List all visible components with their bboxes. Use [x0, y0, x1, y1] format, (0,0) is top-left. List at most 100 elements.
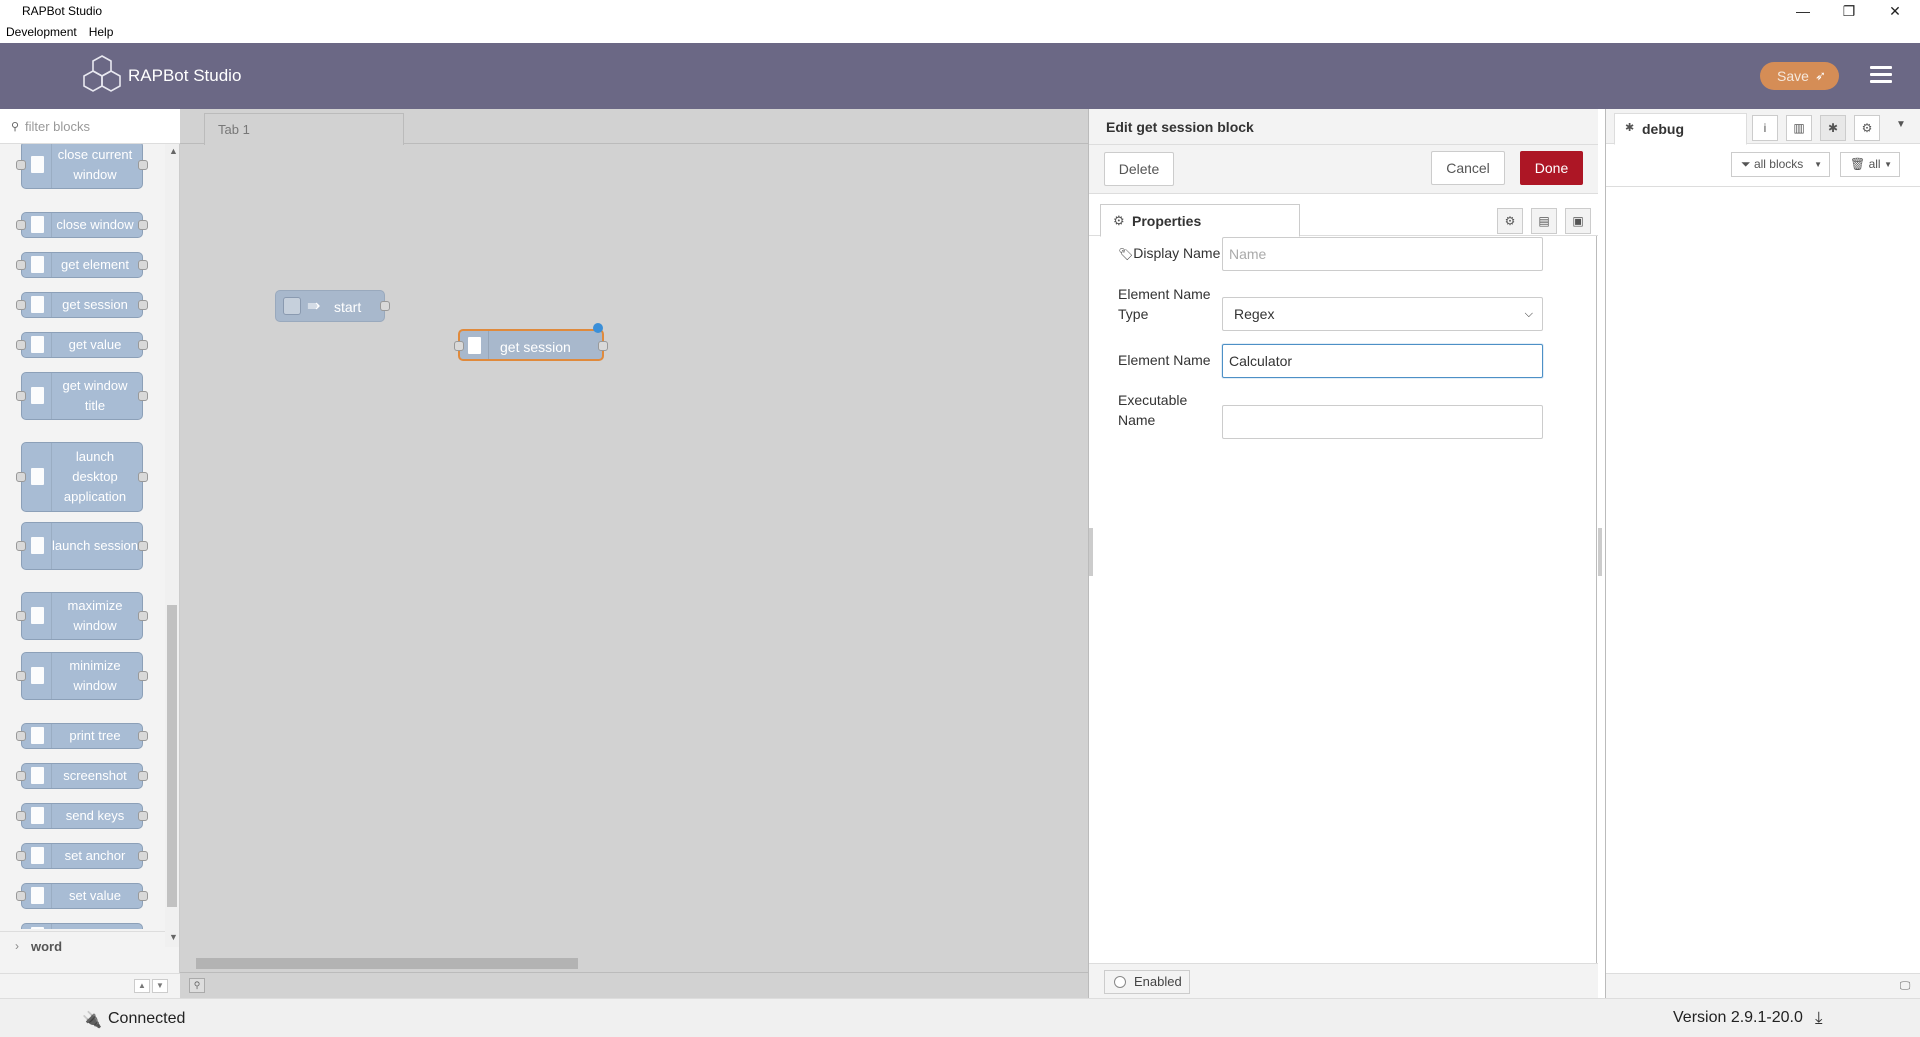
- config-gear-icon[interactable]: ⚙: [1854, 115, 1880, 141]
- palette-node[interactable]: send keys: [16, 803, 148, 829]
- sidebar-tabs: ✱ debug i ▥ ✱ ⚙ ▼: [1606, 109, 1920, 145]
- caret-down-icon: ▼: [1814, 160, 1822, 169]
- input-port: [16, 472, 26, 482]
- tab-debug[interactable]: ✱ debug: [1614, 113, 1747, 145]
- palette-node[interactable]: get session: [16, 292, 148, 318]
- search-icon[interactable]: ⚲: [189, 978, 205, 993]
- palette-node[interactable]: minimize window: [16, 652, 148, 700]
- palette-scroll-thumb[interactable]: [167, 605, 177, 907]
- tab-properties-label: Properties: [1132, 213, 1202, 229]
- version-label: Version 2.9.1-20.0: [1673, 1009, 1803, 1026]
- enabled-label: Enabled: [1134, 974, 1182, 989]
- filter-dropdown[interactable]: ⏷ all blocks ▼: [1731, 152, 1830, 177]
- input-port: [16, 811, 26, 821]
- download-icon[interactable]: ⤓: [1815, 1008, 1823, 1028]
- scroll-up-icon[interactable]: ▲: [169, 146, 178, 156]
- palette-node-label: get value: [68, 337, 122, 352]
- appearance-icon[interactable]: ▣: [1565, 208, 1591, 234]
- close-icon[interactable]: ✕: [1872, 0, 1918, 22]
- filter-icon: ⏷: [1741, 157, 1751, 171]
- palette-node[interactable]: screenshot: [16, 763, 148, 789]
- trash-icon: 🗑: [1850, 157, 1866, 171]
- element-name-input[interactable]: [1222, 344, 1543, 378]
- palette-node-label: set value: [68, 888, 122, 903]
- book-icon[interactable]: ▥: [1786, 115, 1812, 141]
- tab-properties[interactable]: ⚙ Properties: [1100, 204, 1300, 237]
- done-button[interactable]: Done: [1520, 151, 1583, 185]
- palette-scrollbar[interactable]: ▲ ▼: [165, 144, 179, 947]
- save-button[interactable]: Save ➶: [1760, 62, 1839, 90]
- tray-title: Edit get session block: [1106, 119, 1254, 135]
- palette-node[interactable]: get window title: [16, 372, 148, 420]
- enabled-toggle[interactable]: Enabled: [1104, 970, 1190, 994]
- settings-gear-icon[interactable]: ⚙: [1497, 208, 1523, 234]
- palette-category-word[interactable]: › word: [0, 931, 165, 959]
- inject-button[interactable]: [283, 297, 301, 315]
- palette-node[interactable]: set anchor: [16, 843, 148, 869]
- document-icon: [22, 333, 52, 357]
- restore-icon[interactable]: ❐: [1826, 0, 1872, 22]
- changed-indicator-icon: [593, 323, 603, 333]
- delete-button[interactable]: Delete: [1104, 152, 1174, 186]
- sidebar-resize-handle[interactable]: [1598, 528, 1602, 576]
- palette-category-label: word: [31, 939, 63, 954]
- input-port: [16, 541, 26, 551]
- tray-toolbar: Delete Cancel Done: [1089, 145, 1598, 194]
- palette-node-label: print tree: [69, 728, 121, 743]
- menu-development[interactable]: Development: [0, 22, 83, 39]
- output-port[interactable]: [598, 341, 608, 351]
- cancel-button[interactable]: Cancel: [1431, 151, 1505, 185]
- element-name-type-value: Regex: [1234, 306, 1275, 322]
- clear-dropdown[interactable]: 🗑 all ▼: [1840, 152, 1900, 177]
- palette-node[interactable]: maximize window: [16, 592, 148, 640]
- menu-bar: Development Help: [0, 22, 1920, 43]
- collapse-all-icon[interactable]: ▲: [134, 979, 150, 993]
- description-icon[interactable]: ▤: [1531, 208, 1557, 234]
- input-port[interactable]: [454, 341, 464, 351]
- debug-toolbar: ⏷ all blocks ▼ 🗑 all ▼: [1606, 145, 1920, 187]
- start-node-label: start: [334, 299, 362, 315]
- input-port: [16, 300, 26, 310]
- output-port[interactable]: [380, 301, 390, 311]
- filter-blocks-input[interactable]: filter blocks: [25, 119, 90, 134]
- flow-workspace[interactable]: Tab 1 ⇛ start get session ⚲: [180, 109, 1088, 998]
- tray-footer: Enabled: [1089, 963, 1598, 998]
- workspace-scroll-thumb[interactable]: [196, 958, 578, 969]
- tray-tabs: ⚙ Properties ⚙ ▤ ▣: [1089, 194, 1598, 237]
- tray-resize-handle[interactable]: [1089, 528, 1093, 576]
- palette-filter[interactable]: ⚲ filter blocks: [0, 109, 180, 144]
- search-icon: ⚲: [11, 121, 20, 133]
- workspace-hscrollbar[interactable]: [180, 954, 1088, 972]
- palette-node-label: launch session: [52, 538, 138, 553]
- status-bar: 🔌 Connected Version 2.9.1-20.0 ⤓: [0, 998, 1920, 1037]
- element-name-type-select[interactable]: Regex ⌵: [1222, 297, 1543, 331]
- palette-node[interactable]: set value: [16, 883, 148, 909]
- output-port: [138, 160, 148, 170]
- connection-status: Connected: [108, 1010, 186, 1027]
- hexagon-logo-icon: [83, 55, 121, 92]
- palette-node[interactable]: close window: [16, 212, 148, 238]
- palette-node[interactable]: windows click: [21, 923, 143, 929]
- scroll-down-icon[interactable]: ▼: [169, 932, 178, 942]
- palette-node[interactable]: print tree: [16, 723, 148, 749]
- document-icon: [22, 724, 52, 748]
- executable-name-input[interactable]: [1222, 405, 1543, 439]
- palette-node[interactable]: close current window: [16, 144, 148, 189]
- palette-node[interactable]: launch desktop application: [16, 442, 148, 512]
- palette-node[interactable]: get element: [16, 252, 148, 278]
- monitor-icon[interactable]: 🖵: [1896, 979, 1914, 993]
- info-icon[interactable]: i: [1752, 115, 1778, 141]
- debug-bug-icon[interactable]: ✱: [1820, 115, 1846, 141]
- palette-node[interactable]: launch session: [16, 522, 148, 570]
- palette-node[interactable]: get value: [16, 332, 148, 358]
- tray-header: Edit get session block: [1089, 109, 1598, 145]
- get-session-node[interactable]: get session: [454, 323, 608, 361]
- tab-1[interactable]: Tab 1: [204, 113, 404, 145]
- display-name-input[interactable]: [1222, 237, 1543, 271]
- hamburger-menu-icon[interactable]: [1870, 66, 1892, 86]
- chevron-down-icon[interactable]: ▼: [1896, 119, 1906, 130]
- expand-all-icon[interactable]: ▼: [152, 979, 168, 993]
- start-node[interactable]: ⇛ start: [275, 290, 390, 322]
- menu-help[interactable]: Help: [83, 22, 120, 39]
- minimize-icon[interactable]: —: [1780, 0, 1826, 22]
